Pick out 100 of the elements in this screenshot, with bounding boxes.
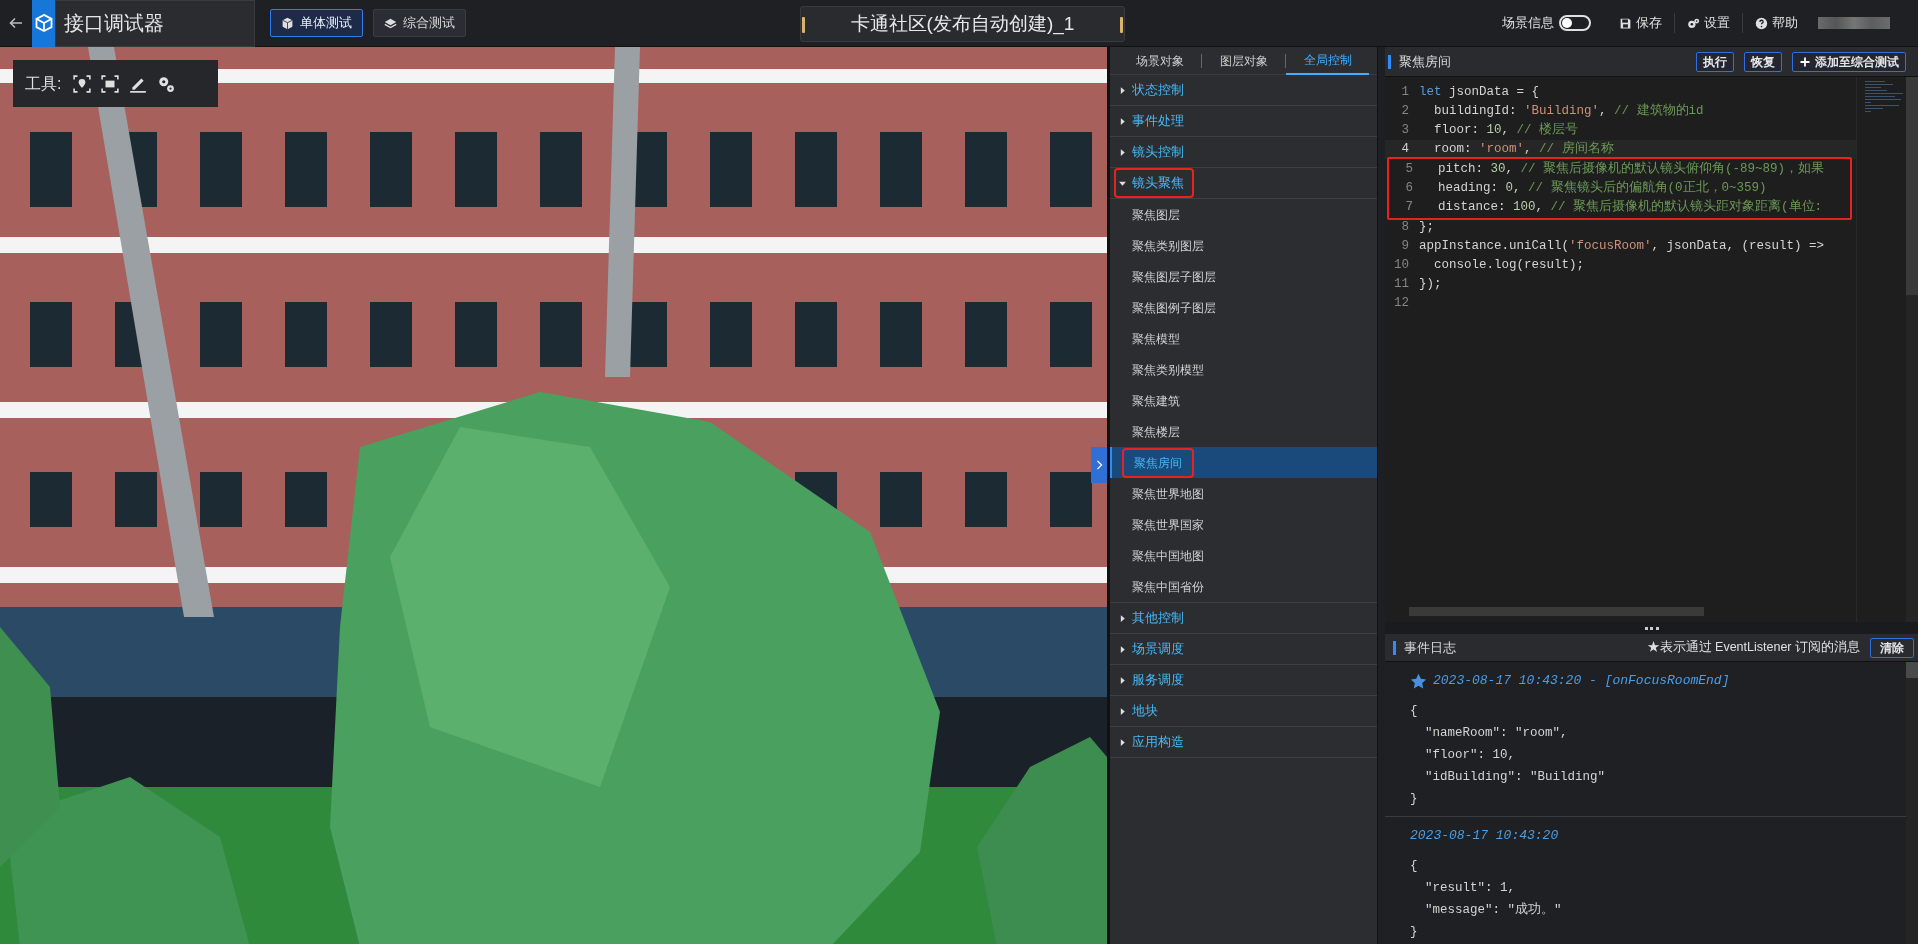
tree-item[interactable]: 聚焦图层 — [1122, 201, 1190, 228]
log-text: "nameRoom": "room", — [1424, 725, 1568, 742]
scrollbar-thumb[interactable] — [1906, 77, 1918, 295]
line-number: 7 — [1404, 199, 1414, 216]
log-text: "message": "成功。" — [1424, 901, 1562, 919]
log-text: "result": 1, — [1424, 880, 1516, 897]
line-number: 4 — [1400, 141, 1410, 158]
code-line: heading: 0, // 聚焦镜头后的偏航角(0正北，0~359) — [1437, 179, 1767, 197]
tools-label: 工具: — [25, 73, 62, 94]
caret-right-icon — [1118, 644, 1127, 654]
mode-tab[interactable]: 单体测试 — [270, 9, 363, 37]
editor-button[interactable]: 恢复 — [1744, 51, 1782, 72]
caret-right-icon — [1118, 613, 1127, 623]
caret-right-icon — [1118, 116, 1127, 126]
scrollbar-thumb[interactable] — [1409, 607, 1704, 616]
tree-group[interactable]: 应用构造 — [1116, 729, 1186, 755]
tree-item[interactable]: 聚焦图层子图层 — [1122, 263, 1226, 290]
log-note: ★表示通过 EventListener 订阅的消息 — [1646, 639, 1860, 657]
log-title: 事件日志 — [1404, 638, 1456, 657]
app-title: 接口调试器 — [64, 11, 164, 36]
cube-icon — [281, 16, 294, 30]
log-text: { — [1410, 703, 1418, 720]
frame-icon[interactable] — [101, 74, 120, 93]
line-number: 8 — [1400, 219, 1410, 236]
scene-title: 卡通社区(发布自动创建)_1 — [850, 11, 1075, 37]
log-text: "floor": 10, — [1424, 747, 1516, 764]
tree-item[interactable]: 聚焦图例子图层 — [1122, 294, 1226, 321]
line-number: 3 — [1400, 122, 1410, 139]
line-number: 12 — [1393, 295, 1410, 312]
caret-right-icon — [1118, 147, 1127, 157]
tree-item[interactable]: 聚焦建筑 — [1122, 387, 1190, 414]
code-line: floor: 10, // 楼层号 — [1433, 121, 1579, 139]
panel-tab[interactable]: 图层对象 — [1202, 46, 1285, 75]
clear-button[interactable]: 清除 — [1870, 637, 1914, 658]
code-line: console.log(result); — [1433, 257, 1585, 274]
accent-bar — [1393, 640, 1396, 655]
tree-item[interactable]: 聚焦世界地图 — [1122, 480, 1214, 507]
tree-group[interactable]: 服务调度 — [1116, 667, 1186, 693]
line-number: 6 — [1404, 180, 1414, 197]
tree-group[interactable]: 镜头控制 — [1116, 139, 1186, 165]
splitter-handle[interactable] — [1644, 626, 1659, 630]
scene-info-toggle[interactable] — [1559, 15, 1591, 31]
line-number: 9 — [1400, 238, 1410, 255]
code-line: }); — [1418, 276, 1442, 293]
caret-right-icon — [1118, 85, 1127, 95]
header-action[interactable]: 帮助 — [1755, 13, 1798, 33]
tree-item[interactable]: 聚焦类别模型 — [1122, 356, 1214, 383]
caret-right-icon — [1118, 675, 1127, 685]
settings-icon[interactable] — [157, 74, 176, 93]
plus-icon — [1799, 55, 1811, 68]
header-action[interactable]: 设置 — [1687, 13, 1730, 33]
log-timestamp: 2023-08-17 10:43:20 - [onFocusRoomEnd] — [1433, 672, 1730, 691]
log-timestamp: 2023-08-17 10:43:20 — [1410, 827, 1559, 846]
caret-right-icon — [1118, 706, 1127, 716]
tree-item[interactable]: 聚焦中国地图 — [1122, 542, 1214, 569]
header-action[interactable]: 保存 — [1619, 13, 1662, 33]
code-line: appInstance.uniCall('focusRoom', jsonData, (result) => — [1418, 238, 1825, 255]
line-number: 11 — [1393, 276, 1410, 293]
log-text: } — [1410, 924, 1418, 941]
mode-tab[interactable]: 综合测试 — [373, 9, 466, 37]
tree-group[interactable]: 其他控制 — [1116, 605, 1186, 631]
log-text: } — [1410, 791, 1418, 808]
panel-tab[interactable]: 场景对象 — [1118, 46, 1201, 75]
locate-icon[interactable] — [73, 74, 92, 93]
tree-item[interactable]: 聚焦楼层 — [1122, 418, 1190, 445]
code-line: let jsonData = { — [1418, 84, 1540, 101]
save-icon — [1619, 16, 1632, 30]
layers-icon — [384, 16, 397, 30]
editor-button[interactable]: 执行 — [1696, 51, 1734, 72]
code-line: buildingId: 'Building', // 建筑物的id — [1433, 102, 1704, 120]
line-number: 5 — [1404, 161, 1414, 178]
code-line: }; — [1418, 219, 1434, 236]
tree-item[interactable]: 聚焦房间 — [1124, 449, 1192, 476]
editor-title: 聚焦房间 — [1399, 52, 1451, 71]
back-icon[interactable] — [8, 15, 24, 31]
scrollbar-thumb[interactable] — [1906, 662, 1918, 678]
code-line: pitch: 30, // 聚焦后摄像机的默认镜头俯仰角(-89~89)，如果 — [1437, 160, 1825, 178]
line-number: 10 — [1393, 257, 1410, 274]
collapse-button[interactable] — [1091, 447, 1107, 483]
editor-button[interactable]: 添加至综合测试 — [1792, 51, 1906, 72]
tree-item[interactable]: 聚焦类别图层 — [1122, 232, 1214, 259]
code-line: room: 'room', // 房间名称 — [1433, 140, 1614, 158]
line-number: 1 — [1400, 84, 1410, 101]
app-logo — [32, 0, 55, 47]
tree-group[interactable]: 场景调度 — [1116, 636, 1186, 662]
tree-group[interactable]: 事件处理 — [1116, 108, 1186, 134]
log-text: { — [1410, 858, 1418, 875]
plate-accent — [802, 17, 805, 33]
panel-tab[interactable]: 全局控制 — [1286, 46, 1369, 75]
help-icon — [1755, 16, 1768, 30]
tree-item[interactable]: 聚焦世界国家 — [1122, 511, 1214, 538]
tree-group[interactable]: 镜头聚焦 — [1116, 170, 1192, 196]
tree-item[interactable]: 聚焦中国省份 — [1122, 573, 1214, 600]
tree-group[interactable]: 地块 — [1116, 698, 1160, 724]
accent-bar — [1388, 54, 1391, 69]
tree-group[interactable]: 状态控制 — [1116, 77, 1186, 103]
scene-info-label: 场景信息 — [1502, 14, 1554, 33]
log-text: "idBuilding": "Building" — [1424, 769, 1606, 786]
tree-item[interactable]: 聚焦模型 — [1122, 325, 1190, 352]
caret-right-icon — [1118, 737, 1127, 747]
